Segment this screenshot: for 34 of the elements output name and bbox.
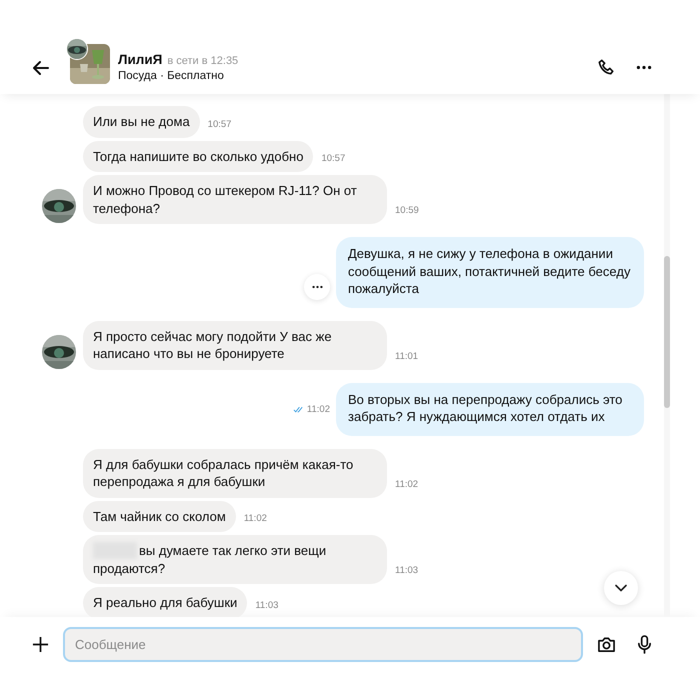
message-bubble: Тогда напишите во сколько удобно [83,140,314,172]
message-bubble: Или вы не дома [83,106,200,138]
message-bubble: Девушка, я не сижу у телефона в ожидании сообщений ваших, потактичней ведите беседу пожалуйста [336,237,644,308]
message-time: 11:02 [244,513,267,524]
more-icon[interactable] [636,65,652,70]
message-input[interactable]: Сообщение [63,626,583,662]
back-arrow-icon[interactable] [31,58,51,78]
message-bubble: Там чайник со сколом [83,500,236,532]
message-bubble: Во вторых вы на перепродажу собрались это забрать? Я нуждающимся хотел отдать их [336,382,644,436]
phone-icon[interactable] [597,58,616,77]
message-time: 11:01 [395,350,418,362]
scrollbar-thumb[interactable] [664,256,670,408]
message-bubble: вы думаете так легко эти вещи продаются? [83,535,387,584]
message-time: 11:03 [395,565,418,576]
plus-icon[interactable] [32,636,49,652]
microphone-icon[interactable] [637,634,652,654]
online-status: в сети в 12:35 [167,55,238,67]
message-bubble: Я просто сейчас могу подойти У вас же написано что вы не бронируете [83,320,387,370]
message-bubble: Я для бабушки собралась причём какая-то перепродажа я для бабушки [83,448,387,498]
contact-name: ЛилиЯ [118,52,162,67]
message-time: 10:59 [395,205,419,216]
camera-icon[interactable] [597,636,616,652]
message-bubble: Я реально для бабушки [83,587,248,617]
message-time: 10:57 [321,153,346,164]
double-check-icon [292,406,304,412]
scroll-down-button[interactable] [604,571,638,605]
message-time: 11:02 [306,404,330,414]
message-time: 10:57 [208,118,232,130]
listing-title: Посуда · Бесплатно [118,70,225,82]
message-time: 11:03 [255,600,278,610]
more-icon [312,285,322,290]
chevron-down-icon [615,584,627,592]
message-time: 11:02 [395,478,418,490]
message-bubble: И можно Провод со штекером RJ-11? Он от телефона? [83,175,387,224]
